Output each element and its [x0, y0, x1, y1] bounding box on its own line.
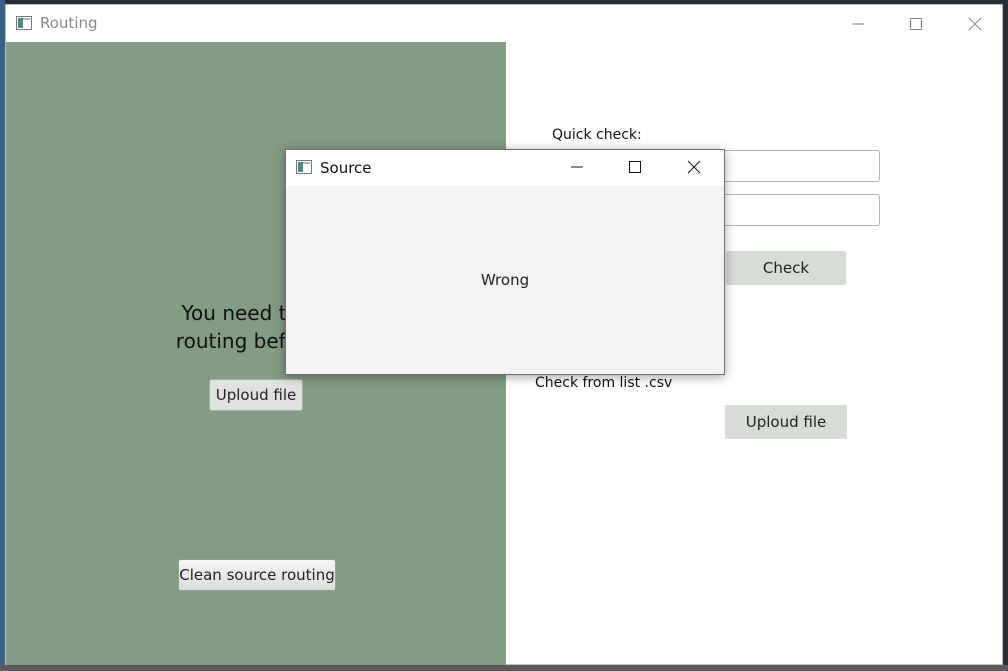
csv-check-label: Check from list .csv	[535, 375, 673, 391]
close-button[interactable]	[952, 11, 998, 37]
minimize-icon	[852, 23, 864, 25]
dialog-maximize-button[interactable]	[612, 154, 658, 180]
source-dialog: Source Wrong	[285, 149, 725, 375]
maximize-icon	[629, 161, 641, 173]
maximize-button[interactable]	[893, 11, 939, 37]
close-icon	[968, 17, 982, 31]
app-window-icon	[16, 16, 32, 30]
window-title: Routing	[40, 14, 98, 32]
desktop-taskbar-edge	[0, 665, 1008, 671]
dialog-minimize-button[interactable]	[554, 154, 600, 180]
clean-source-routing-button[interactable]: Clean source routing	[178, 559, 336, 591]
close-icon	[687, 160, 701, 174]
dialog-title: Source	[320, 159, 372, 177]
dialog-close-button[interactable]	[671, 154, 717, 180]
upload-source-button[interactable]: Uploud file	[209, 379, 303, 411]
main-titlebar[interactable]: Routing	[6, 5, 1002, 42]
dialog-message: Wrong	[480, 271, 530, 289]
maximize-icon	[910, 18, 922, 30]
check-button[interactable]: Check	[726, 251, 846, 285]
minimize-button[interactable]	[835, 11, 881, 37]
minimize-icon	[571, 166, 583, 168]
dialog-titlebar[interactable]: Source	[286, 150, 724, 186]
app-window-icon	[296, 160, 312, 174]
quick-check-label: Quick check:	[552, 127, 642, 143]
upload-csv-button[interactable]: Uploud file	[725, 405, 847, 439]
